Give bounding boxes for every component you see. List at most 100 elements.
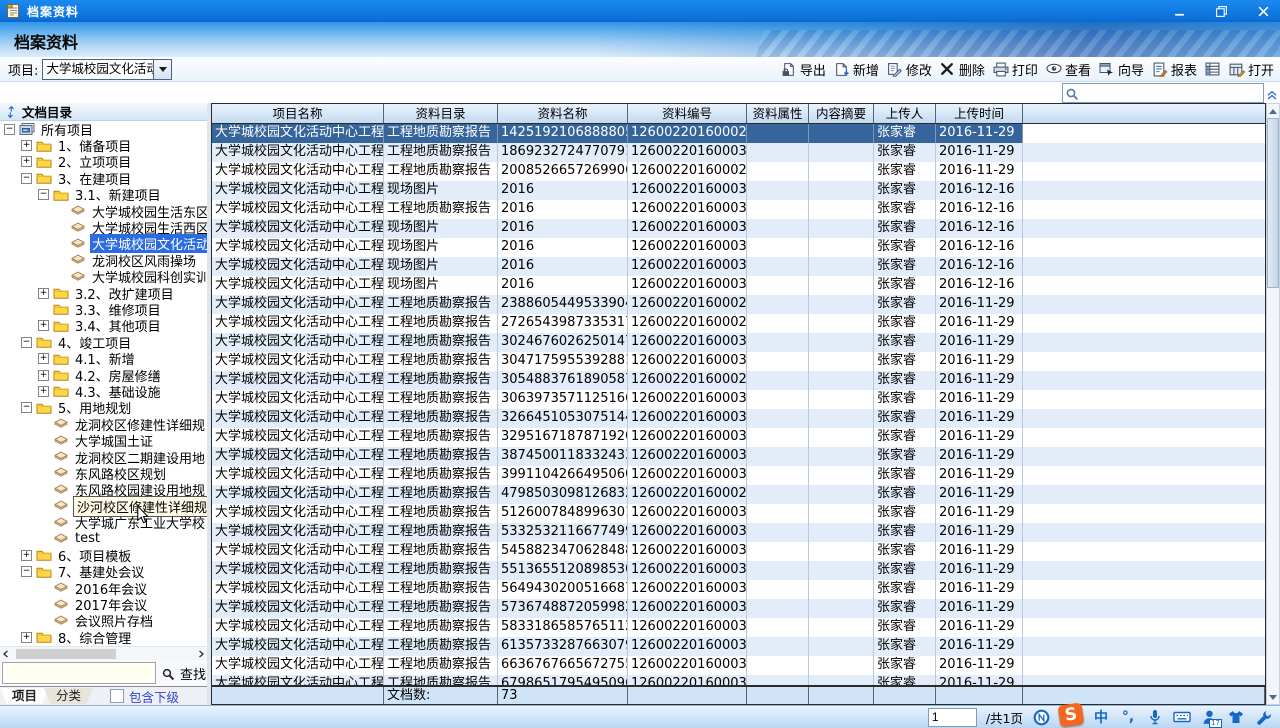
- table-row[interactable]: 大学城校园文化活动中心工程工程地质勘察报告5833186585765112781…: [212, 618, 1265, 637]
- table-row[interactable]: 大学城校园文化活动中心工程工程地质勘察报告2008526657269906231…: [212, 162, 1265, 181]
- tree-item[interactable]: 龙洞校区风雨操场: [0, 252, 207, 268]
- table-row[interactable]: 大学城校园文化活动中心工程工程地质勘察报告3295167187871920731…: [212, 428, 1265, 447]
- table-row[interactable]: 大学城校园文化活动中心工程工程地质勘察报告3266451053075144561…: [212, 409, 1265, 428]
- table-row[interactable]: 大学城校园文化活动中心工程工程地质勘察报告5649430200516687381…: [212, 580, 1265, 599]
- skin-tshirt-icon[interactable]: [1227, 709, 1245, 726]
- tree-find-input[interactable]: [2, 662, 156, 684]
- search-input[interactable]: [1079, 85, 1263, 101]
- tree-item[interactable]: −7、基建处会议: [0, 564, 207, 580]
- table-row[interactable]: 大学城校园文化活动中心工程工程地质勘察报告6135733287663079761…: [212, 637, 1265, 656]
- column-header-project[interactable]: 项目名称: [212, 104, 384, 123]
- tree-item[interactable]: 沙河校区修建性详细规划: [0, 498, 207, 514]
- report-button[interactable]: 报表: [1152, 60, 1197, 79]
- expander-icon[interactable]: −: [38, 189, 49, 200]
- table-row[interactable]: 大学城校园文化活动中心工程工程地质勘察报告3054883761890587251…: [212, 371, 1265, 390]
- list-button[interactable]: [1205, 62, 1221, 77]
- tree-item[interactable]: 大学城校园生活东区: [0, 203, 207, 219]
- delete-button[interactable]: 删除: [940, 60, 985, 79]
- tree-item[interactable]: 3.3、维修项目: [0, 301, 207, 317]
- table-row[interactable]: 大学城校园文化活动中心工程工程地质勘察报告2388605449533904181…: [212, 295, 1265, 314]
- close-button[interactable]: [1256, 4, 1270, 18]
- collapse-button[interactable]: [1266, 86, 1278, 98]
- tree-item[interactable]: 大学城广东工业大学校: [0, 514, 207, 530]
- tree-item[interactable]: +3.2、改扩建项目: [0, 285, 207, 301]
- tree-item[interactable]: −所有项目: [0, 121, 207, 137]
- table-row[interactable]: 大学城校园文化活动中心工程工程地质勘察报告3991104266495060391…: [212, 466, 1265, 485]
- tree-item[interactable]: +4.1、新增: [0, 350, 207, 366]
- expander-icon[interactable]: +: [21, 156, 32, 167]
- column-header-uploader[interactable]: 上传人: [874, 104, 936, 123]
- add-button[interactable]: 新增: [834, 60, 879, 79]
- expander-icon[interactable]: −: [21, 402, 32, 413]
- tab-project[interactable]: 项目: [0, 688, 49, 704]
- expander-icon[interactable]: −: [21, 566, 32, 577]
- open-button[interactable]: 打开: [1229, 60, 1274, 79]
- tree-item[interactable]: 东风路校区规划: [0, 465, 207, 481]
- table-row[interactable]: 大学城校园文化活动中心工程工程地质勘察报告3047175955392881031…: [212, 352, 1265, 371]
- scrollbar-thumb[interactable]: [1267, 118, 1279, 288]
- tree-item[interactable]: +8、综合管理: [0, 629, 207, 645]
- chinese-mode-icon[interactable]: 中: [1092, 709, 1110, 726]
- tree-item[interactable]: 大学城校园生活西区: [0, 219, 207, 235]
- sogou-logo-icon[interactable]: S: [1058, 702, 1085, 727]
- table-row[interactable]: 大学城校园文化活动中心工程现场图片20161260022016000388张家睿…: [212, 238, 1265, 257]
- table-row[interactable]: 大学城校园文化活动中心工程工程地质勘察报告5513655120898530512…: [212, 561, 1265, 580]
- expander-icon[interactable]: −: [21, 173, 32, 184]
- expander-icon[interactable]: +: [38, 320, 49, 331]
- tree-item[interactable]: +6、项目模板: [0, 547, 207, 563]
- expander-icon[interactable]: +: [21, 632, 32, 643]
- project-select[interactable]: 大学城校园文化活动: [42, 59, 172, 80]
- tree-item[interactable]: 龙洞校区修建性详细规: [0, 416, 207, 432]
- table-row[interactable]: 大学城校园文化活动中心工程工程地质勘察报告3874500118332433021…: [212, 447, 1265, 466]
- tree-item[interactable]: +2、立项项目: [0, 154, 207, 170]
- expander-icon[interactable]: +: [38, 288, 49, 299]
- punctuation-icon[interactable]: °,: [1119, 709, 1137, 726]
- column-header-name[interactable]: 资料名称: [498, 104, 628, 123]
- table-row[interactable]: 大学城校园文化活动中心工程现场图片20161260022016000391张家睿…: [212, 219, 1265, 238]
- microphone-icon[interactable]: [1146, 709, 1164, 726]
- ime-status-icon[interactable]: [1032, 709, 1050, 726]
- table-row[interactable]: 大学城校园文化活动中心工程工程地质勘察报告6636767665672755491…: [212, 656, 1265, 675]
- wrench-icon[interactable]: [1254, 709, 1272, 726]
- minimize-button[interactable]: [1172, 4, 1186, 18]
- print-button[interactable]: 打印: [993, 60, 1038, 79]
- scroll-right-icon[interactable]: [195, 648, 207, 660]
- table-row[interactable]: 大学城校园文化活动中心工程现场图片20161260022016000389张家睿…: [212, 276, 1265, 295]
- expander-icon[interactable]: +: [21, 140, 32, 151]
- tree-item[interactable]: 2017年会议: [0, 596, 207, 612]
- tab-category[interactable]: 分类: [44, 688, 93, 704]
- tree-item[interactable]: test: [0, 531, 207, 547]
- tree-item[interactable]: +1、储备项目: [0, 137, 207, 153]
- table-row[interactable]: 大学城校园文化活动中心工程现场图片20161260022016000392张家睿…: [212, 181, 1265, 200]
- expander-icon[interactable]: −: [4, 124, 15, 135]
- column-header-time[interactable]: 上传时间: [936, 104, 1023, 123]
- tree-item[interactable]: +3.4、其他项目: [0, 318, 207, 334]
- table-row[interactable]: 大学城校园文化活动中心工程工程地质勘察报告3063973571125166861…: [212, 390, 1265, 409]
- column-header-code[interactable]: 资料编号: [628, 104, 747, 123]
- tree-item[interactable]: +4.2、房屋修缮: [0, 367, 207, 383]
- tree-item[interactable]: −5、用地规划: [0, 400, 207, 416]
- table-row[interactable]: 大学城校园文化活动中心工程工程地质勘察报告4798503098126832711…: [212, 485, 1265, 504]
- column-header-summary[interactable]: 内容摘要: [809, 104, 874, 123]
- scroll-up-icon[interactable]: [1267, 104, 1279, 118]
- expander-icon[interactable]: +: [38, 386, 49, 397]
- table-row[interactable]: 大学城校园文化活动中心工程现场图片20161260022016000390张家睿…: [212, 257, 1265, 276]
- table-vertical-scrollbar[interactable]: [1266, 103, 1280, 705]
- expander-icon[interactable]: −: [21, 337, 32, 348]
- page-number-input[interactable]: [928, 708, 977, 727]
- tree-item[interactable]: 会议照片存档: [0, 613, 207, 629]
- tree-item[interactable]: 大学城国土证: [0, 432, 207, 448]
- column-header-catalog[interactable]: 资料目录: [384, 104, 498, 123]
- table-row[interactable]: 大学城校园文化活动中心工程工程地质勘察报告5332532116677499312…: [212, 523, 1265, 542]
- restore-button[interactable]: [1214, 4, 1228, 18]
- table-row[interactable]: 大学城校园文化活动中心工程工程地质勘察报告5126007848996301061…: [212, 504, 1265, 523]
- scroll-left-icon[interactable]: [0, 648, 12, 660]
- table-row[interactable]: 大学城校园文化活动中心工程工程地质勘察报告5736748872059982941…: [212, 599, 1265, 618]
- tree-item[interactable]: −3、在建项目: [0, 170, 207, 186]
- user-level-icon[interactable]: 17: [1200, 709, 1218, 726]
- tree-item[interactable]: −4、竣工项目: [0, 334, 207, 350]
- table-row[interactable]: 大学城校园文化活动中心工程工程地质勘察报告2016126002201600038…: [212, 200, 1265, 219]
- tree-item[interactable]: 龙洞校区二期建设用地: [0, 449, 207, 465]
- include-sub-checkbox[interactable]: [110, 689, 124, 703]
- tree-item[interactable]: 2016年会议: [0, 580, 207, 596]
